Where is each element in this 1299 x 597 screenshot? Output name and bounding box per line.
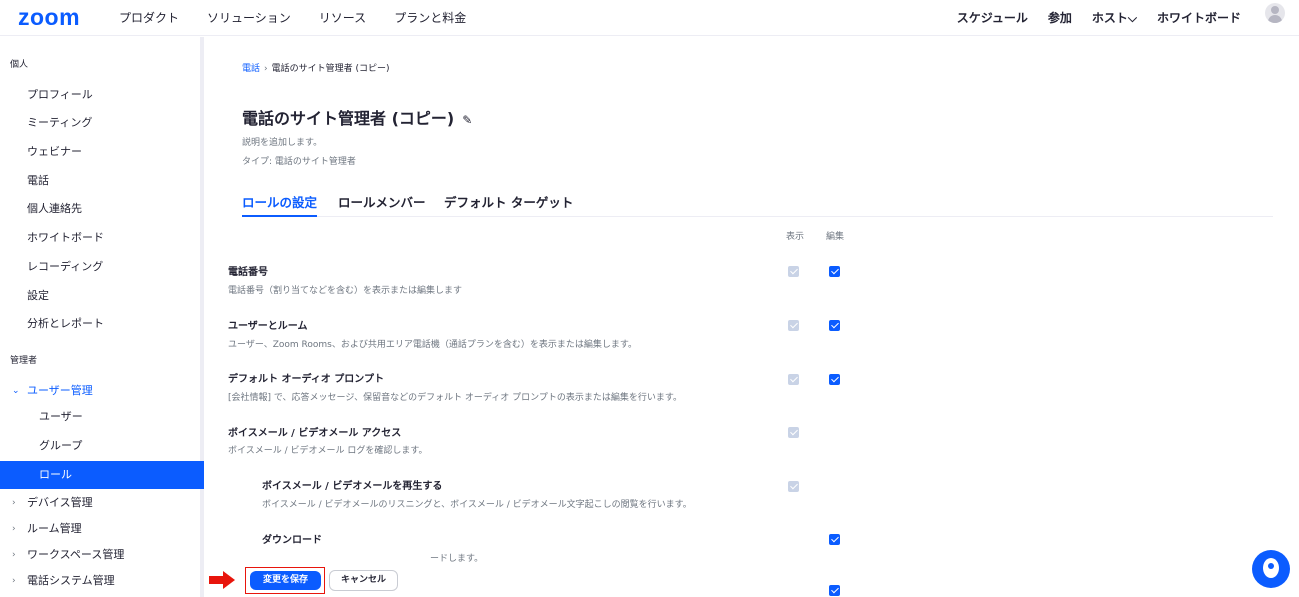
sidebar-item-recordings[interactable]: レコーディング bbox=[0, 253, 204, 281]
sidebar-item-room-management[interactable]: › ルーム管理 bbox=[0, 515, 204, 543]
pencil-icon[interactable]: ✎ bbox=[462, 113, 472, 127]
page-title-row: 電話のサイト管理者 (コピー) ✎ bbox=[242, 105, 472, 129]
page-title: 電話のサイト管理者 (コピー) bbox=[242, 109, 455, 128]
permission-description: [会社情報] で、応答メッセージ、保留音などのデフォルト オーディオ プロンプト… bbox=[228, 393, 682, 403]
tab-role-members[interactable]: ロールメンバー bbox=[338, 192, 426, 211]
permission-description: ボイスメール / ビデオメール ログを確認します。 bbox=[228, 446, 428, 456]
sidebar-item-users[interactable]: ユーザー bbox=[0, 403, 204, 431]
role-description[interactable]: 説明を追加します。 bbox=[242, 135, 322, 148]
edit-checkbox[interactable] bbox=[829, 320, 840, 331]
permission-title: ボイスメール / ビデオメールを再生する bbox=[262, 481, 443, 492]
permission-title: ユーザーとルーム bbox=[228, 321, 308, 332]
cancel-button[interactable]: キャンセル bbox=[329, 570, 398, 591]
zoom-logo[interactable]: zoom bbox=[18, 4, 80, 31]
column-header-edit: 編集 bbox=[826, 232, 845, 242]
sidebar-item-groups[interactable]: グループ bbox=[0, 432, 204, 460]
nav-join[interactable]: 参加 bbox=[1048, 9, 1072, 26]
nav-resources[interactable]: リソース bbox=[319, 9, 366, 26]
save-changes-button[interactable]: 変更を保存 bbox=[250, 571, 321, 590]
chevron-right-icon: › bbox=[12, 576, 16, 586]
sidebar-item-settings[interactable]: 設定 bbox=[0, 282, 204, 310]
avatar-head-icon bbox=[1271, 6, 1279, 14]
nav-whiteboard[interactable]: ホワイトボード bbox=[1157, 9, 1241, 26]
main-content: 電話 › 電話のサイト管理者 (コピー) 電話のサイト管理者 (コピー) ✎ 説明を追… bbox=[208, 37, 1299, 597]
tab-default-target[interactable]: デフォルト ターゲット bbox=[444, 192, 573, 211]
breadcrumb-current: 電話のサイト管理者 (コピー) bbox=[271, 64, 390, 74]
arrow-tip bbox=[223, 571, 235, 589]
permission-title: 電話番号 bbox=[228, 267, 268, 278]
permission-title: デフォルト オーディオ プロンプト bbox=[228, 374, 384, 385]
help-icon bbox=[1263, 558, 1279, 578]
view-checkbox bbox=[788, 427, 799, 438]
permission-description: ユーザー、Zoom Rooms、および共用エリア電話機（通話プランを含む）を表示… bbox=[228, 340, 637, 350]
chevron-right-icon: › bbox=[12, 524, 16, 534]
edit-checkbox[interactable] bbox=[829, 374, 840, 385]
permission-description: ボイスメール / ビデオメールのリスニングと、ボイスメール / ビデオメール文字… bbox=[262, 500, 692, 510]
nav-pricing[interactable]: プランと料金 bbox=[394, 9, 466, 26]
view-checkbox bbox=[788, 320, 799, 331]
sidebar: 個人 プロフィール ミーティング ウェビナー 電話 個人連絡先 ホワイトボード … bbox=[0, 37, 204, 597]
avatar[interactable] bbox=[1265, 3, 1285, 23]
sidebar-item-phone[interactable]: 電話 bbox=[0, 167, 204, 195]
permission-title: ダウンロード bbox=[262, 535, 322, 546]
view-checkbox bbox=[788, 266, 799, 277]
nav-schedule[interactable]: スケジュール bbox=[957, 9, 1028, 26]
chevron-down-icon: ⌄ bbox=[12, 386, 20, 396]
breadcrumb-link-phone[interactable]: 電話 bbox=[242, 64, 260, 74]
sidebar-item-profile[interactable]: プロフィール bbox=[0, 81, 204, 109]
red-arrow-icon bbox=[209, 571, 237, 589]
chevron-right-icon: › bbox=[12, 498, 16, 508]
sidebar-item-webinars[interactable]: ウェビナー bbox=[0, 138, 204, 166]
sidebar-section-personal: 個人 bbox=[10, 60, 29, 70]
permission-title: ボイスメール / ビデオメール アクセス bbox=[228, 428, 402, 439]
nav-products[interactable]: プロダクト bbox=[119, 9, 179, 26]
breadcrumb: 電話 › 電話のサイト管理者 (コピー) bbox=[242, 61, 390, 74]
help-chat-button[interactable] bbox=[1252, 550, 1290, 588]
sidebar-item-user-management[interactable]: ⌄ ユーザー管理 bbox=[0, 377, 204, 405]
sidebar-section-admin: 管理者 bbox=[10, 356, 38, 366]
chevron-right-icon: › bbox=[12, 550, 16, 560]
role-tabs: ロールの設定 ロールメンバー デフォルト ターゲット bbox=[242, 189, 1273, 217]
arrow-shaft bbox=[209, 576, 224, 584]
sidebar-item-meetings[interactable]: ミーティング bbox=[0, 109, 204, 137]
nav-solutions[interactable]: ソリューション bbox=[207, 9, 291, 26]
sidebar-item-whiteboard[interactable]: ホワイトボード bbox=[0, 224, 204, 252]
sidebar-item-device-management[interactable]: › デバイス管理 bbox=[0, 489, 204, 517]
sidebar-item-phone-system-management[interactable]: › 電話システム管理 bbox=[0, 567, 204, 595]
edit-checkbox[interactable] bbox=[829, 585, 840, 596]
secondary-nav: スケジュール 参加 ホスト⌵ ホワイトボード bbox=[957, 9, 1241, 26]
role-type: タイプ: 電話のサイト管理者 bbox=[242, 157, 356, 167]
nav-host-dropdown[interactable]: ホスト⌵ bbox=[1092, 9, 1137, 26]
view-checkbox bbox=[788, 481, 799, 492]
column-header-view: 表示 bbox=[786, 232, 805, 242]
sidebar-item-reports[interactable]: 分析とレポート bbox=[0, 310, 204, 338]
permission-description: 電話番号（割り当てなどを含む）を表示または編集します bbox=[228, 286, 463, 296]
breadcrumb-separator: › bbox=[264, 64, 268, 74]
edit-checkbox[interactable] bbox=[829, 266, 840, 277]
sidebar-item-contacts[interactable]: 個人連絡先 bbox=[0, 195, 204, 223]
tab-role-settings[interactable]: ロールの設定 bbox=[242, 192, 318, 217]
edit-checkbox[interactable] bbox=[829, 534, 840, 545]
sidebar-item-workspace-management[interactable]: › ワークスペース管理 bbox=[0, 541, 204, 569]
top-navigation: zoom プロダクト ソリューション リソース プランと料金 スケジュール 参加… bbox=[0, 0, 1299, 36]
primary-nav: プロダクト ソリューション リソース プランと料金 bbox=[119, 9, 466, 26]
avatar-body-icon bbox=[1268, 15, 1282, 23]
view-checkbox bbox=[788, 374, 799, 385]
sidebar-item-roles[interactable]: ロール bbox=[0, 461, 204, 489]
